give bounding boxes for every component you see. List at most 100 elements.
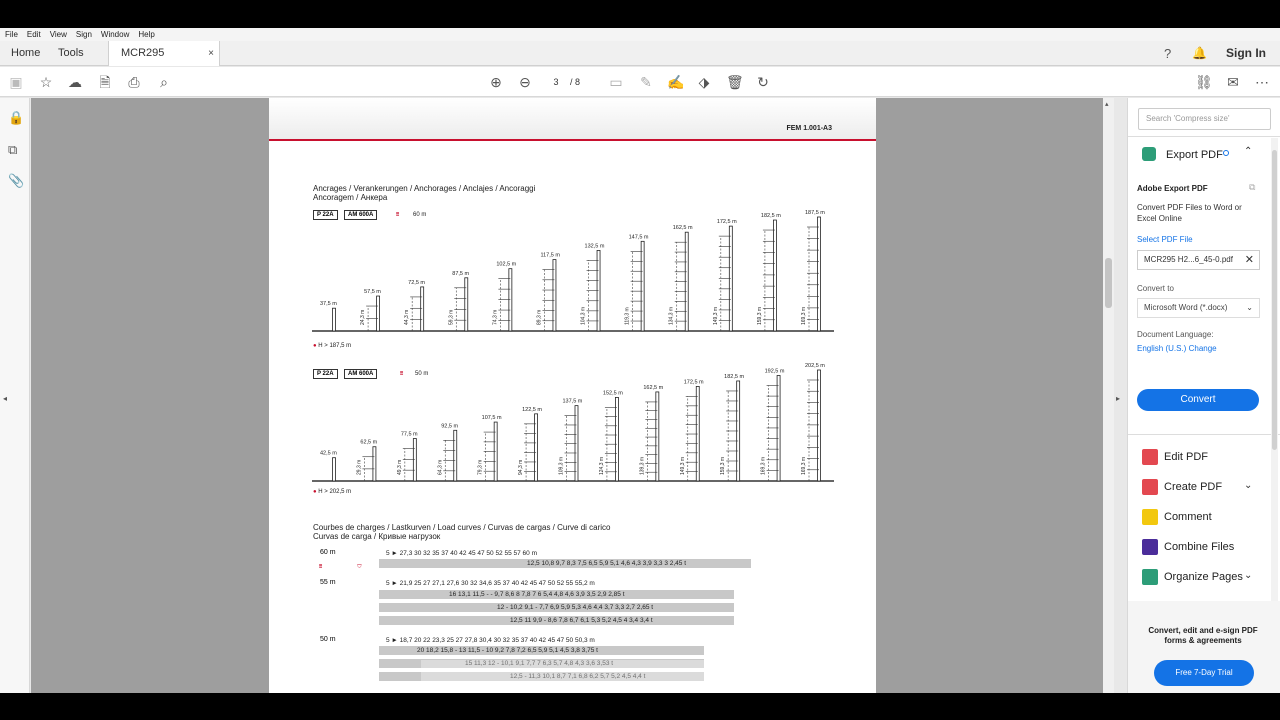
acrobat-window: File Edit View Sign Window Help Home Too… — [0, 28, 1280, 693]
d2-mast-8 — [655, 391, 660, 482]
share-file-icon[interactable]: 🗎 — [97, 74, 113, 90]
d2-height-label-5: 122,5 m — [522, 407, 542, 413]
d1-sub-label-3: 59,3 m — [448, 310, 454, 325]
sign-icon[interactable]: ✍ — [667, 74, 684, 90]
create-pdf-chevron-icon[interactable]: ⌄ — [1244, 480, 1252, 491]
panel-scroll-thumb[interactable] — [1272, 150, 1277, 450]
help-icon[interactable]: ? — [1164, 41, 1171, 66]
format-select[interactable]: Microsoft Word (*.docx) ⌄ — [1137, 298, 1260, 318]
d2-sub-label-10: 159,3 m — [720, 457, 726, 475]
bookmark-star-icon[interactable]: ☆ — [38, 74, 54, 90]
d1-height-label-0: 37,5 m — [320, 301, 337, 307]
d1-height-label-9: 172,5 m — [717, 219, 737, 225]
highlight-icon[interactable]: ✎ — [638, 74, 654, 90]
d2-height-label-8: 162,5 m — [643, 385, 663, 391]
rotate-icon[interactable]: ↻ — [755, 74, 771, 90]
delete-icon[interactable]: 🗑 — [726, 74, 744, 90]
tag-icon[interactable]: ⬗ — [696, 74, 712, 90]
anchorages-title-line1: Ancrages / Verankerungen / Anchorages / … — [313, 184, 536, 193]
page-header-band — [269, 98, 876, 140]
promo-text: Convert, edit and e-sign PDF forms & agr… — [1148, 626, 1258, 645]
bell-icon[interactable]: 🔔 — [1192, 41, 1207, 66]
menu-sign[interactable]: Sign — [76, 30, 92, 39]
tool-organize-pages[interactable]: Organize Pages — [1142, 567, 1243, 587]
divider — [1128, 136, 1280, 137]
tab-tools[interactable]: Tools — [58, 41, 84, 66]
d1-sub-label-4: 74,3 m — [492, 310, 498, 325]
tool-comment[interactable]: Comment — [1142, 507, 1212, 527]
next-page-icon[interactable]: ⊖ — [517, 74, 533, 90]
collapse-left-icon[interactable]: ◂ — [3, 394, 7, 403]
d2-sub-label-8: 139,3 m — [639, 457, 645, 475]
pdf-page: FEM 1.001-A3 Ancrages / Verankerungen / … — [269, 98, 876, 693]
search-icon[interactable]: ⌕ — [156, 74, 172, 90]
selected-file-field[interactable]: MCR295 H2...6_45-0.pdf ✕ — [1137, 250, 1260, 270]
mail-icon[interactable]: ✉ — [1225, 74, 1241, 90]
tool-search-input[interactable]: Search 'Compress size' — [1138, 108, 1271, 130]
organize-pages-icon — [1142, 569, 1158, 586]
expand-panel-icon[interactable]: ▸ — [1116, 394, 1120, 403]
document-language-label: Document Language: — [1137, 330, 1214, 339]
scroll-up-icon[interactable]: ▴ — [1105, 100, 1109, 108]
change-language-link[interactable]: Change — [1189, 344, 1217, 353]
chevron-down-icon: ⌄ — [1246, 303, 1253, 312]
d1-mast-11 — [817, 216, 821, 332]
d1-height-label-1: 57,5 m — [364, 289, 381, 295]
lc-60-header: 5 ► 27,3 30 32 35 37 40 42 45 47 50 52 5… — [386, 550, 537, 557]
vertical-scrollbar[interactable]: ▴ — [1103, 98, 1114, 693]
save-icon[interactable]: ▣ — [8, 74, 24, 90]
more-icon[interactable]: ⋯ — [1254, 74, 1270, 90]
d2-mast-11 — [776, 375, 781, 482]
pages-icon[interactable]: ⧉ — [8, 142, 17, 158]
tool-edit-pdf[interactable]: Edit PDF — [1142, 447, 1208, 467]
page-header-ref: FEM 1.001-A3 — [786, 125, 832, 132]
lock-icon[interactable]: 🔒 — [8, 110, 24, 126]
height-note-2: ● H > 202,5 m — [313, 489, 352, 495]
menu-help[interactable]: Help — [138, 30, 154, 39]
link-icon[interactable]: ⛓ — [1195, 74, 1213, 90]
free-trial-button[interactable]: Free 7-Day Trial — [1154, 660, 1254, 686]
panel-scrollbar[interactable] — [1271, 138, 1278, 628]
menu-edit[interactable]: Edit — [27, 30, 41, 39]
page-number-input[interactable]: 3 — [544, 74, 568, 90]
toolbar: ▣ ☆ ☁ 🗎 ⎙ ⌕ ⊕ ⊖ 3 / 8 ▭ ✎ ✍ ⬗ 🗑 ↻ ⛓ ✉ ⋯ — [0, 67, 1280, 97]
d2-sub-label-1: 29,3 m — [356, 460, 362, 475]
collapse-chevron-icon[interactable]: ⌃ — [1244, 146, 1252, 157]
anchorages-title: Ancrages / Verankerungen / Anchorages / … — [313, 184, 535, 202]
menu-window[interactable]: Window — [101, 30, 129, 39]
tab-document[interactable]: MCR295 H25_201... × — [108, 41, 220, 84]
copy-icon[interactable]: ⧉ — [1249, 182, 1255, 193]
comment-icon[interactable]: ▭ — [608, 74, 624, 90]
d2-mast-0 — [332, 457, 336, 482]
right-collapse-rail: ▸ — [1114, 98, 1127, 693]
d2-sub-label-6: 109,3 m — [559, 457, 565, 475]
d2-sub-label-5: 94,3 m — [518, 460, 524, 475]
document-viewport[interactable]: FEM 1.001-A3 Ancrages / Verankerungen / … — [31, 98, 1103, 693]
close-icon[interactable]: × — [208, 41, 214, 66]
tool-create-pdf[interactable]: Create PDF — [1142, 477, 1222, 497]
d2-height-label-2: 77,5 m — [401, 432, 418, 438]
lc-60-label: 60 m — [320, 549, 336, 556]
d1-height-label-3: 87,5 m — [452, 271, 469, 277]
d2-height-label-1: 62,5 m — [360, 440, 377, 446]
d1-sub-label-11: 169,3 m — [801, 307, 807, 325]
attachment-icon[interactable]: 📎 — [8, 173, 24, 189]
organize-chevron-icon[interactable]: ⌄ — [1244, 570, 1252, 581]
menu-file[interactable]: File — [5, 30, 18, 39]
scroll-thumb[interactable] — [1105, 258, 1112, 308]
sign-in-button[interactable]: Sign In — [1226, 41, 1266, 66]
menu-view[interactable]: View — [50, 30, 67, 39]
lc-50-label: 50 m — [320, 636, 336, 643]
d2-sub-label-11: 169,3 m — [761, 457, 767, 475]
tab-home[interactable]: Home — [11, 41, 40, 66]
clear-file-icon[interactable]: ✕ — [1245, 251, 1254, 269]
export-pdf-title[interactable]: Export PDF — [1166, 149, 1223, 161]
print-icon[interactable]: ⎙ — [126, 74, 142, 90]
previous-page-icon[interactable]: ⊕ — [488, 74, 504, 90]
lc-50-header: 5 ► 18,7 20 22 23,3 25 27 27,8 30,4 30 3… — [386, 637, 595, 644]
tool-combine-files[interactable]: Combine Files — [1142, 537, 1234, 557]
d1-mast-10 — [773, 219, 777, 332]
upload-cloud-icon[interactable]: ☁ — [67, 74, 83, 90]
d1-mast-7 — [640, 240, 645, 332]
convert-button[interactable]: Convert — [1137, 389, 1259, 411]
